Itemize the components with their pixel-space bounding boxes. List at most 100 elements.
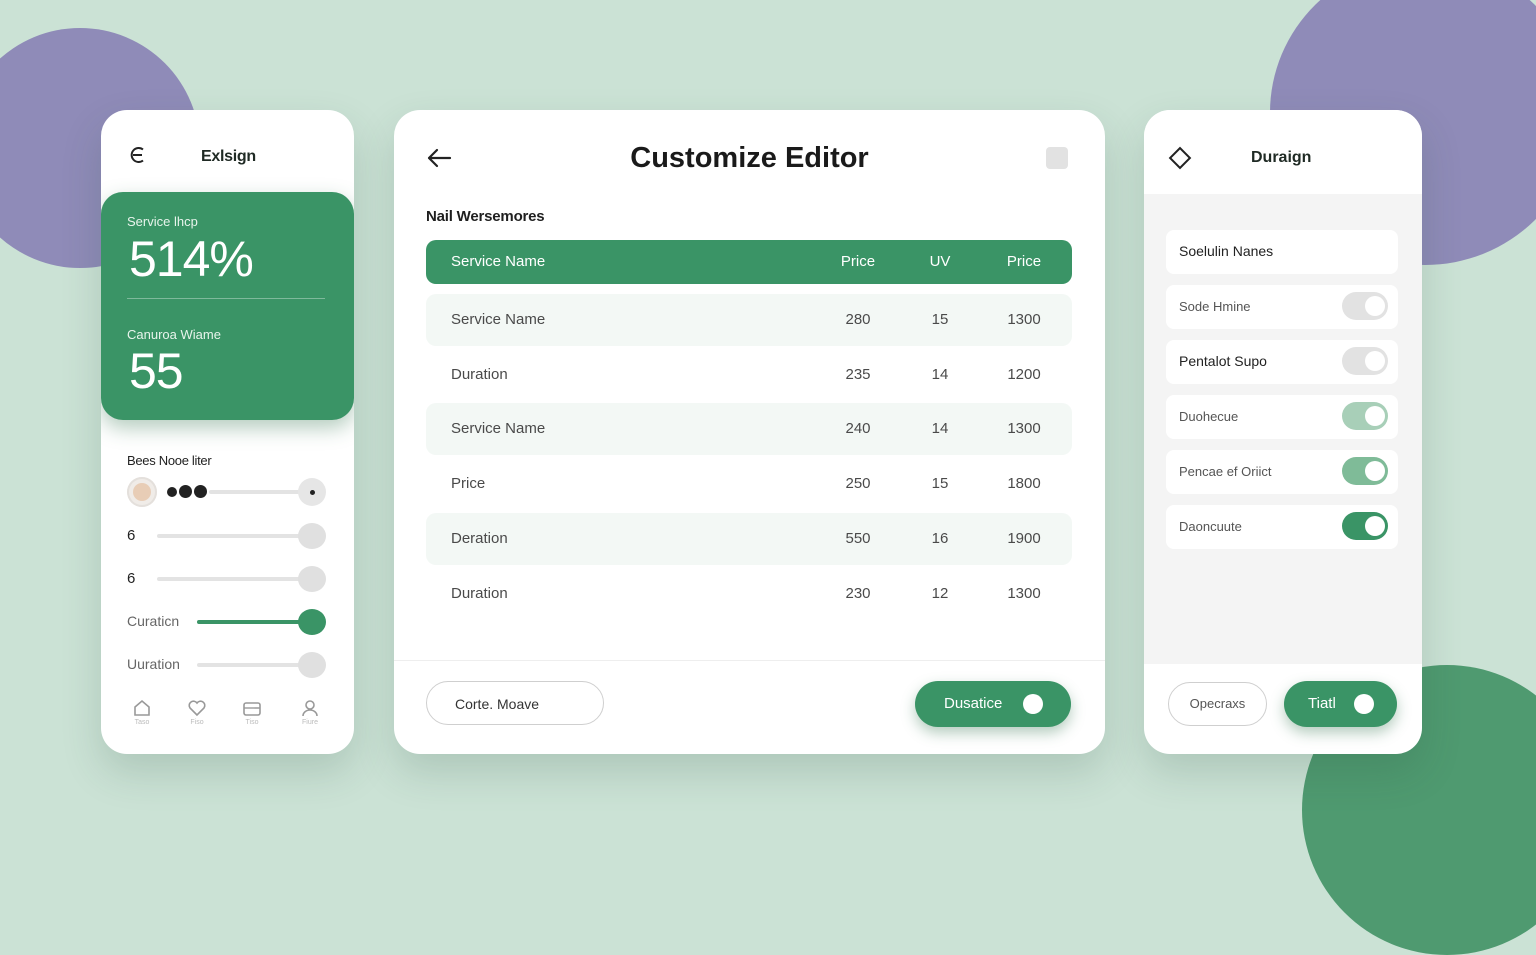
tab-home[interactable]: Taso: [122, 698, 162, 726]
slider-handle[interactable]: [298, 523, 326, 549]
tab-label: Tiso: [245, 719, 259, 726]
slider-row[interactable]: 6: [127, 521, 326, 551]
column-header: Price: [1006, 253, 1042, 270]
slider-row[interactable]: Curaticn: [127, 607, 326, 637]
item-label: Sode Hmine: [1179, 299, 1251, 314]
table-row[interactable]: Price 250 15 1800: [426, 458, 1072, 510]
panel-title: Exlsign: [201, 148, 256, 165]
settings-item[interactable]: Duohecue: [1166, 395, 1398, 439]
cell-price: 1300: [1007, 585, 1041, 602]
cell-name: Duration: [451, 585, 508, 602]
tab-favorites[interactable]: Fiso: [177, 698, 217, 726]
editor-panel: Customize Editor Nail Wersemores Service…: [394, 110, 1105, 754]
cell-uv: 15: [931, 475, 949, 492]
toggle-switch[interactable]: [1342, 402, 1388, 430]
cell-price: 250: [845, 475, 871, 492]
toggle-knob: [1354, 694, 1374, 714]
cell-uv: 16: [931, 530, 949, 547]
table-row[interactable]: Duration 230 12 1300: [426, 568, 1072, 620]
tab-label: Taso: [134, 719, 150, 726]
dot-indicator: [179, 485, 192, 498]
item-label: Daoncuute: [1179, 519, 1242, 534]
cell-uv: 14: [931, 366, 949, 383]
primary-toggle-button[interactable]: Tiatl: [1284, 681, 1397, 727]
section-title: Nail Wersemores: [426, 208, 545, 225]
secondary-button[interactable]: Corte. Moave: [426, 681, 604, 725]
table-row[interactable]: Deration 550 16 1900: [426, 513, 1072, 565]
stat-value: 55: [129, 343, 184, 399]
item-label: Duohecue: [1179, 409, 1239, 424]
settings-item[interactable]: Daoncuute: [1166, 505, 1398, 549]
toggle-switch[interactable]: [1342, 347, 1388, 375]
slider-handle[interactable]: [298, 566, 326, 592]
slider-label: 6: [127, 570, 136, 587]
cell-name: Price: [451, 475, 486, 492]
settings-item[interactable]: Sode Hmine: [1166, 285, 1398, 329]
cell-price: 240: [845, 420, 871, 437]
tab-bar: Taso Fiso Tiso Fiure: [101, 698, 354, 738]
color-slider[interactable]: [127, 477, 326, 507]
table-row[interactable]: Duration 235 14 1200: [426, 349, 1072, 401]
tab-label: Fiso: [190, 719, 204, 726]
item-label: Pentalot Supo: [1179, 353, 1267, 369]
cell-price: 235: [845, 366, 871, 383]
briefcase-icon: [243, 702, 261, 716]
item-label: Pencae ef Oriict: [1179, 464, 1272, 479]
diamond-icon[interactable]: [1168, 146, 1192, 170]
slider-track: [157, 577, 317, 581]
dot-indicator: [167, 487, 177, 497]
page-title: Customize Editor: [630, 142, 869, 174]
cell-uv: 15: [931, 311, 949, 328]
slider-row[interactable]: 6: [127, 564, 326, 594]
settings-item[interactable]: Pentalot Supo: [1166, 340, 1398, 384]
stat-value: 514%: [129, 231, 254, 287]
slider-handle[interactable]: [298, 609, 326, 635]
heart-icon: [188, 700, 206, 717]
slider-row[interactable]: Uuration: [127, 650, 326, 680]
primary-toggle-button[interactable]: Dusatice: [915, 681, 1071, 727]
color-swatch[interactable]: [127, 477, 157, 507]
section-label: Bees Nooe liter: [127, 453, 212, 468]
image-icon[interactable]: [1046, 147, 1068, 169]
cell-price: 1900: [1007, 530, 1041, 547]
toggle-switch[interactable]: [1342, 512, 1388, 540]
menu-icon[interactable]: [128, 146, 146, 164]
item-label: Soelulin Nanes: [1179, 243, 1274, 259]
toggle-switch[interactable]: [1342, 292, 1388, 320]
tab-profile[interactable]: Fiure: [290, 698, 330, 726]
settings-list: Soelulin Nanes Sode Hmine Pentalot Supo …: [1144, 194, 1422, 664]
cell-name: Duration: [451, 366, 508, 383]
column-header: UV: [929, 253, 951, 270]
user-icon: [302, 700, 318, 717]
cell-price: 550: [845, 530, 871, 547]
slider-label: 6: [127, 527, 136, 544]
slider-track: [157, 534, 317, 538]
slider-handle[interactable]: [298, 652, 326, 678]
settings-item[interactable]: Soelulin Nanes: [1166, 230, 1398, 274]
slider-label: Uuration: [127, 656, 180, 672]
slider-handle[interactable]: [298, 478, 326, 506]
cell-price: 280: [845, 311, 871, 328]
table-row[interactable]: Service Name 240 14 1300: [426, 403, 1072, 455]
column-header: Service Name: [451, 253, 546, 270]
cell-name: Service Name: [451, 311, 546, 328]
secondary-button[interactable]: Opecraxs: [1168, 682, 1267, 726]
button-label: Tiatl: [1308, 695, 1336, 712]
panel-title: Duraign: [1251, 149, 1312, 166]
stats-panel: Exlsign Service lhcp 514% Canuroa Wiame …: [101, 110, 354, 754]
home-icon: [134, 699, 150, 716]
table-header: Service Name Price UV Price: [426, 240, 1072, 284]
table-row[interactable]: Service Name 280 15 1300: [426, 294, 1072, 346]
slider-label: Curaticn: [127, 613, 180, 629]
tab-briefcase[interactable]: Tiso: [232, 698, 272, 726]
cell-name: Deration: [451, 530, 508, 547]
stat-label: Service lhcp: [127, 214, 198, 229]
cell-name: Service Name: [451, 420, 546, 437]
stats-card: Service lhcp 514% Canuroa Wiame 55: [101, 192, 354, 420]
cell-price: 1200: [1007, 366, 1041, 383]
settings-item[interactable]: Pencae ef Oriict: [1166, 450, 1398, 494]
button-label: Dusatice: [944, 695, 1003, 712]
footer-divider: [394, 660, 1105, 661]
cell-price: 230: [845, 585, 871, 602]
toggle-switch[interactable]: [1342, 457, 1388, 485]
